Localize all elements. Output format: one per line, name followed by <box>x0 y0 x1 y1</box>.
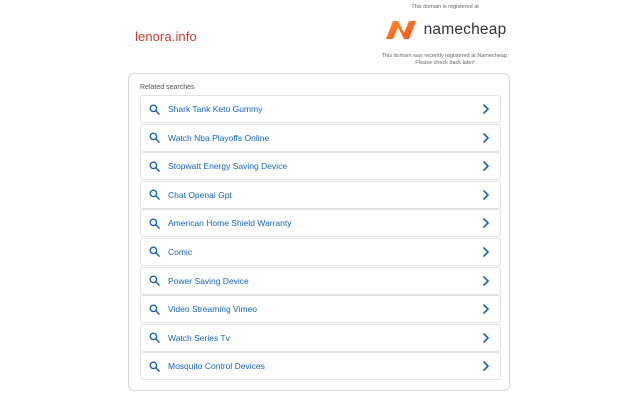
list-item[interactable]: Shark Tank Keto Gummy <box>140 95 501 123</box>
registration-notice: This domain was recently registered at N… <box>360 53 530 67</box>
result-link[interactable]: Comic <box>168 247 482 257</box>
result-link[interactable]: Chat Openai Gpt <box>168 190 482 200</box>
result-link[interactable]: Shark Tank Keto Gummy <box>168 104 482 114</box>
list-item[interactable]: Stopwatt Energy Saving Device <box>140 152 501 181</box>
domain-name: lenora.info <box>135 29 197 44</box>
list-item[interactable]: Power Saving Device <box>140 266 501 295</box>
list-item[interactable]: Video Streaming Vimeo <box>140 295 501 324</box>
namecheap-logo-icon <box>385 21 416 39</box>
chevron-right-icon <box>483 304 489 314</box>
list-item[interactable]: Comic <box>140 237 501 266</box>
result-link[interactable]: Video Streaming Vimeo <box>168 304 482 314</box>
result-link[interactable]: Stopwatt Energy Saving Device <box>168 161 482 171</box>
result-link[interactable]: American Home Shield Warranty <box>168 218 482 228</box>
chevron-right-icon <box>483 332 489 343</box>
list-item[interactable]: American Home Shield Warranty <box>140 209 501 238</box>
result-link[interactable]: Mosquito Control Devices <box>168 361 482 371</box>
list-item[interactable]: Watch Series Tv <box>140 323 501 352</box>
parked-domain-page: lenora.info This domain is registered at… <box>0 0 640 400</box>
search-icon <box>149 104 160 115</box>
related-searches-card: Related searches Shark Tank Keto Gummy W… <box>128 73 510 391</box>
chevron-right-icon <box>483 247 489 257</box>
registration-notice-line-2: Please check back later! <box>415 60 475 66</box>
chevron-right-icon <box>483 161 489 171</box>
namecheap-logo[interactable]: namecheap <box>360 17 530 43</box>
result-link[interactable]: Power Saving Device <box>168 276 482 286</box>
search-icon <box>149 332 160 344</box>
registration-notice-line-1: This domain was recently registered at N… <box>381 53 509 59</box>
chevron-right-icon <box>483 189 489 200</box>
chevron-right-icon <box>483 275 489 286</box>
search-icon <box>149 361 160 372</box>
search-icon <box>149 132 160 143</box>
search-icon <box>149 161 160 172</box>
chevron-right-icon <box>483 218 489 229</box>
search-icon <box>149 275 160 286</box>
search-icon <box>149 189 160 201</box>
search-icon <box>149 246 160 258</box>
search-icon <box>149 304 160 315</box>
result-link[interactable]: Watch Series Tv <box>168 333 482 343</box>
registrar-panel: This domain is registered at namecheap T… <box>360 4 530 67</box>
result-link[interactable]: Watch Nba Playoffs Online <box>168 133 482 143</box>
chevron-right-icon <box>483 132 489 143</box>
list-item[interactable]: Chat Openai Gpt <box>140 180 501 209</box>
list-item[interactable]: Mosquito Control Devices <box>140 352 501 381</box>
related-searches-list: Shark Tank Keto Gummy Watch Nba Playoffs… <box>140 95 501 381</box>
namecheap-brand-text: namecheap <box>423 21 507 38</box>
chevron-right-icon <box>483 104 489 114</box>
related-searches-heading: Related searches <box>140 84 195 91</box>
registered-at-text: This domain is registered at <box>411 4 479 10</box>
search-icon <box>149 218 160 229</box>
chevron-right-icon <box>483 361 489 372</box>
list-item[interactable]: Watch Nba Playoffs Online <box>140 123 501 152</box>
